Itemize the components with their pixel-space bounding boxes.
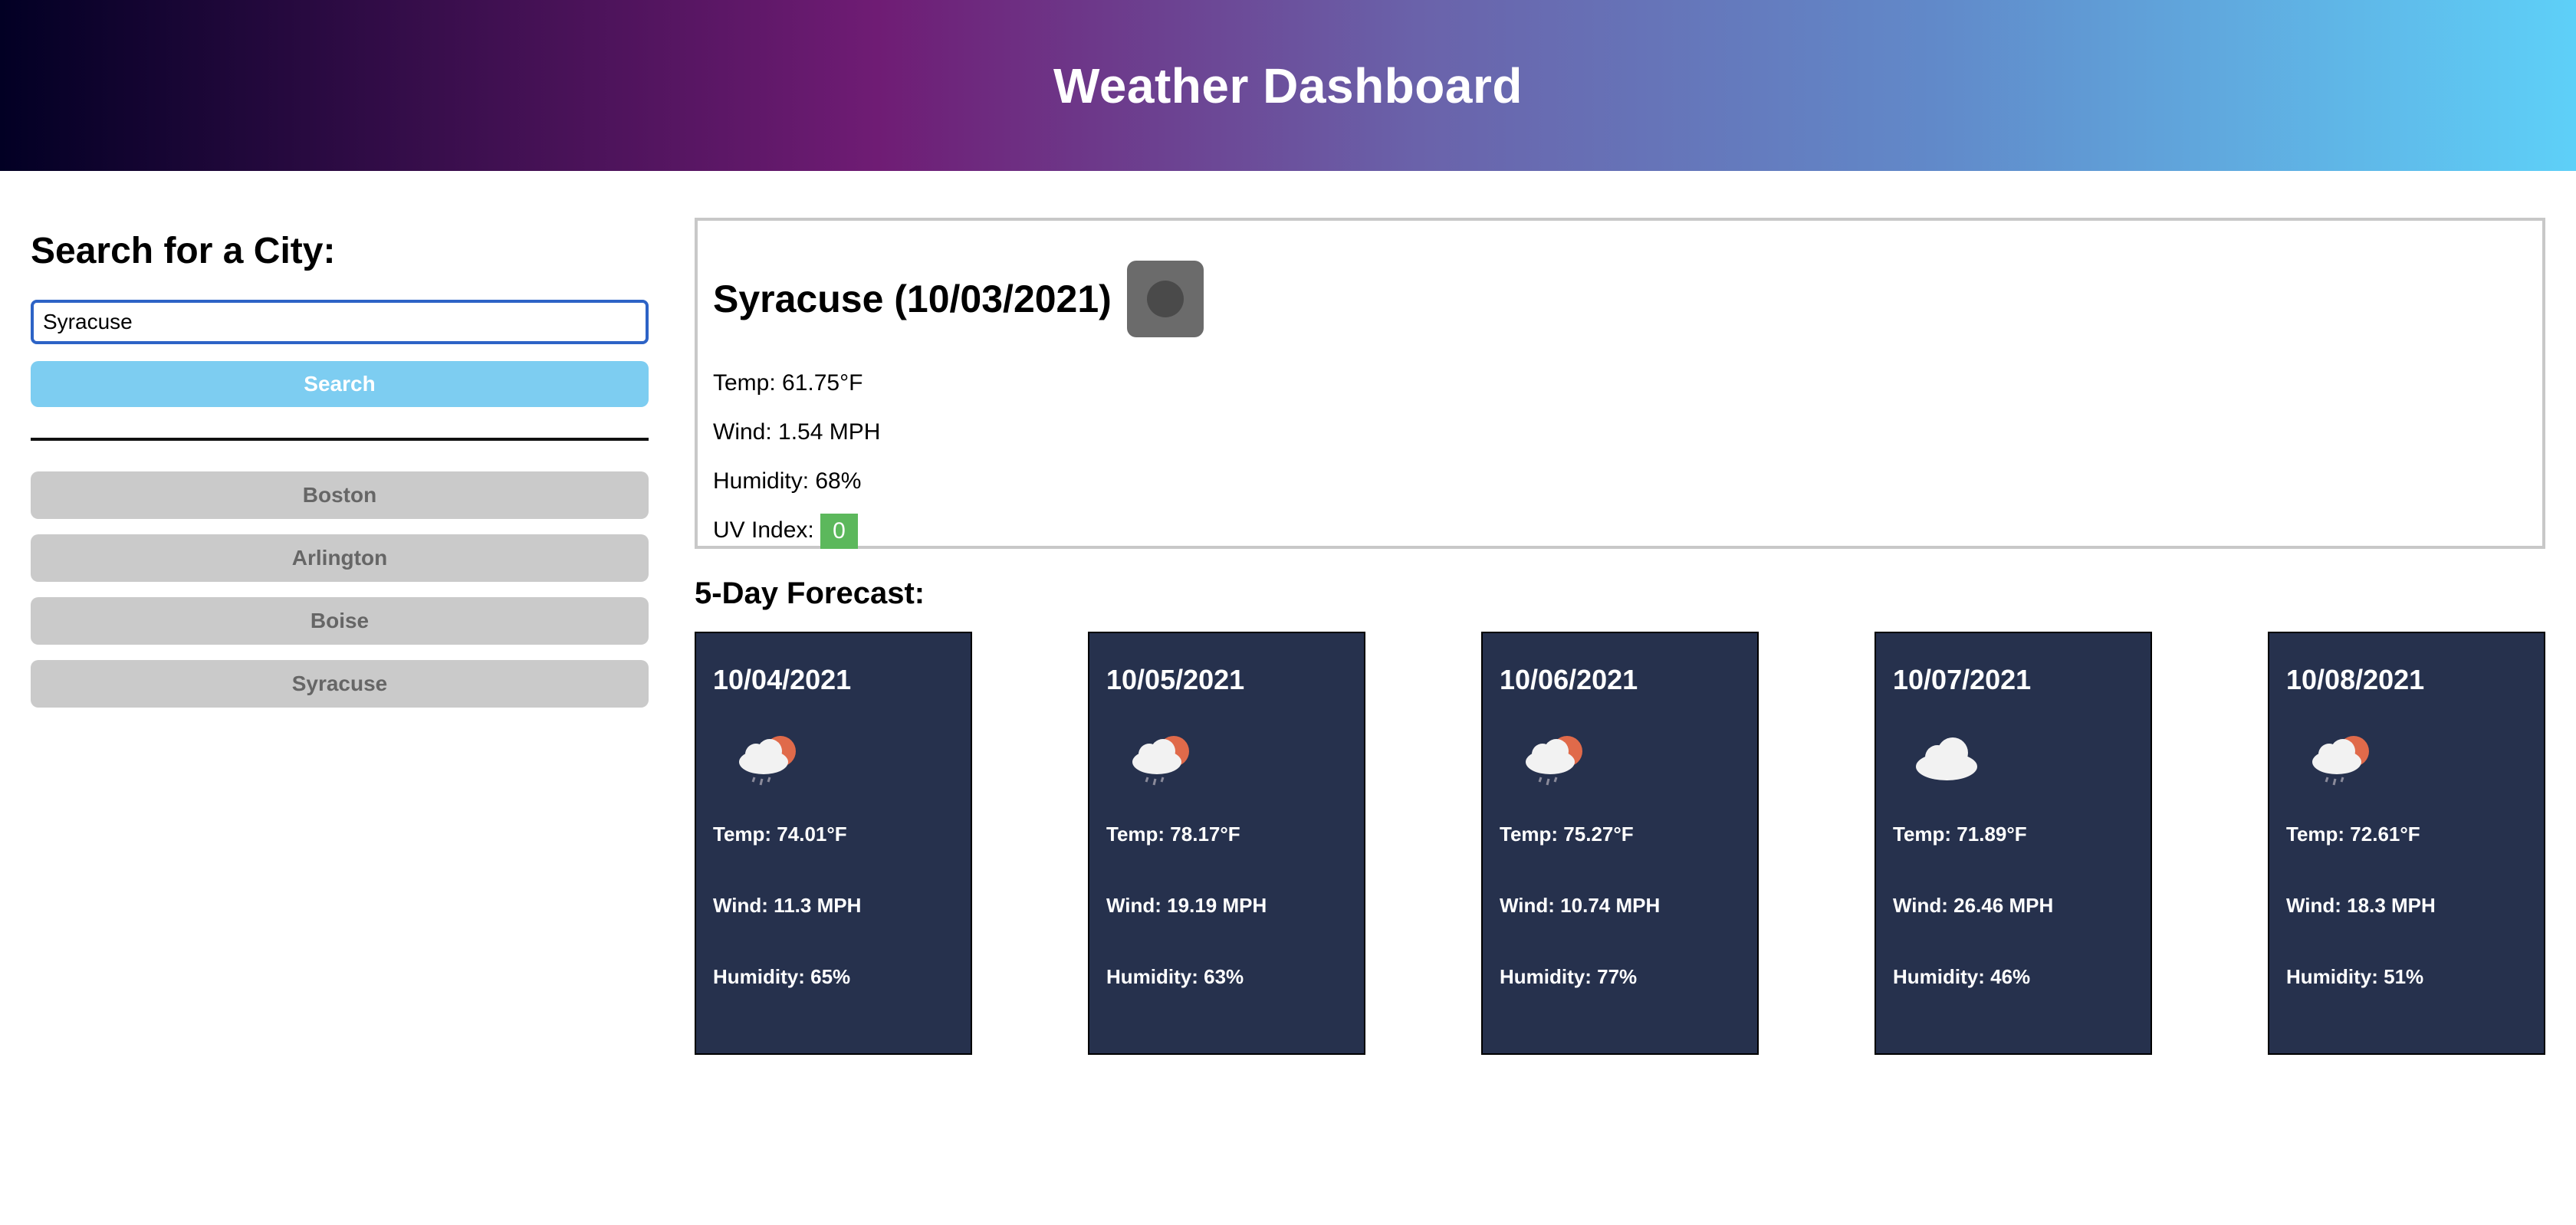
forecast-card: 10/04/2021 Temp: 74.01°F Wind: 11.3 MPH … — [695, 632, 972, 1055]
forecast-date: 10/06/2021 — [1500, 664, 1638, 695]
current-uv-row: UV Index: 0 — [713, 506, 2527, 555]
history-item-button[interactable]: Boston — [31, 471, 649, 519]
search-heading: Search for a City: — [31, 231, 336, 271]
sidebar-divider — [31, 438, 649, 441]
forecast-humidity: Humidity: 65% — [713, 965, 851, 988]
current-weather-header: Syracuse (10/03/2021) — [713, 261, 2527, 337]
current-weather-panel: Syracuse (10/03/2021) Temp: 61.75°F Wind… — [695, 218, 2545, 550]
rain-cloud-sun-icon — [2312, 736, 2369, 786]
forecast-title: 5-Day Forecast: — [695, 576, 925, 610]
current-temp: Temp: 61.75°F — [713, 370, 863, 396]
page-title: Weather Dashboard — [1053, 57, 1523, 113]
page-header: Weather Dashboard — [0, 0, 2576, 171]
search-history: Boston Arlington Boise Syracuse — [31, 471, 649, 708]
current-wind: Wind: 1.54 MPH — [713, 419, 881, 445]
weather-placeholder-icon — [1126, 261, 1204, 337]
forecast-date: 10/05/2021 — [1106, 664, 1245, 695]
forecast-temp: Temp: 74.01°F — [713, 823, 847, 846]
history-item-button[interactable]: Boise — [31, 597, 649, 645]
forecast-temp: Temp: 71.89°F — [1893, 823, 2027, 846]
city-search-input[interactable] — [31, 300, 649, 344]
forecast-card: 10/08/2021 Temp: 72.61°F Wind: 18.3 MPH … — [2268, 632, 2545, 1055]
current-humidity: Humidity: 68% — [713, 468, 862, 494]
current-city-title: Syracuse (10/03/2021) — [713, 278, 1112, 320]
rain-cloud-sun-icon — [1526, 736, 1582, 786]
forecast-date: 10/08/2021 — [2286, 664, 2425, 695]
rain-cloud-sun-icon — [739, 736, 796, 786]
forecast-temp: Temp: 78.17°F — [1106, 823, 1240, 846]
rain-cloud-sun-icon — [1132, 736, 1189, 786]
uv-index-label: UV Index: — [713, 517, 821, 543]
forecast-card: 10/07/2021 Temp: 71.89°F Wind: 26.46 MPH… — [1875, 632, 2152, 1055]
forecast-card: 10/06/2021 Temp: 75.27°F Wind: 10.74 MPH… — [1481, 632, 1759, 1055]
search-button[interactable]: Search — [31, 361, 649, 407]
forecast-wind: Wind: 26.46 MPH — [1893, 894, 2054, 917]
forecast-wind: Wind: 18.3 MPH — [2286, 894, 2436, 917]
forecast-humidity: Humidity: 51% — [2286, 965, 2424, 988]
cloud-icon — [1916, 737, 1977, 780]
forecast-humidity: Humidity: 77% — [1500, 965, 1638, 988]
forecast-humidity: Humidity: 63% — [1106, 965, 1244, 988]
forecast-card: 10/05/2021 Temp: 78.17°F Wind: 19.19 MPH… — [1088, 632, 1365, 1055]
forecast-wind: Wind: 11.3 MPH — [713, 894, 862, 917]
forecast-humidity: Humidity: 46% — [1893, 965, 2031, 988]
forecast-temp: Temp: 72.61°F — [2286, 823, 2420, 846]
forecast-date: 10/07/2021 — [1893, 664, 2032, 695]
forecast-wind: Wind: 19.19 MPH — [1106, 894, 1267, 917]
history-item-button[interactable]: Syracuse — [31, 660, 649, 708]
uv-index-badge: 0 — [820, 514, 858, 550]
history-item-button[interactable]: Arlington — [31, 534, 649, 582]
forecast-date: 10/04/2021 — [713, 664, 852, 695]
forecast-temp: Temp: 75.27°F — [1500, 823, 1634, 846]
forecast-cards: 10/04/2021 Temp: 74.01°F Wind: 11.3 MPH … — [695, 632, 2545, 1055]
forecast-wind: Wind: 10.74 MPH — [1500, 894, 1661, 917]
search-sidebar: Search for a City: Search Boston Arlingt… — [31, 230, 649, 723]
